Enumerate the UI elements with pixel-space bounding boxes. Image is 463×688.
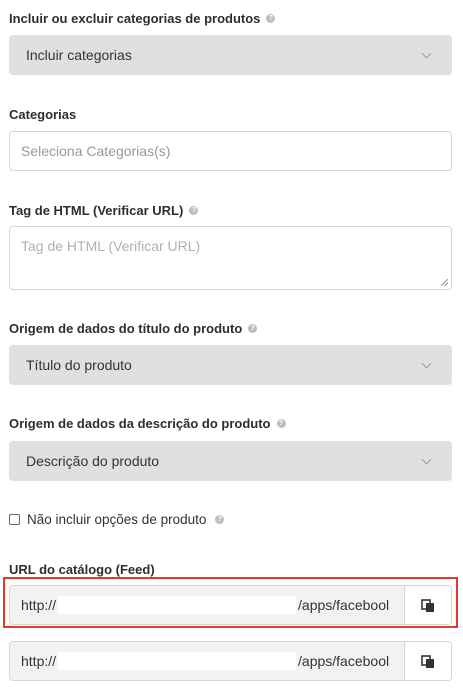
clipboard-copy-icon	[421, 655, 434, 668]
description-source-label: Origem de dados da descrição do produto …	[9, 416, 286, 431]
html-tag-textarea[interactable]: Tag de HTML (Verificar URL)	[9, 226, 452, 290]
chevron-down-icon	[421, 454, 432, 465]
redacted-domain	[58, 652, 297, 670]
help-icon[interactable]: ?	[189, 206, 199, 215]
help-icon[interactable]: ?	[215, 515, 225, 524]
include-exclude-select[interactable]: Incluir categorias	[9, 35, 452, 75]
chevron-down-icon	[421, 358, 432, 369]
highlight-box	[3, 577, 458, 628]
title-source-label: Origem de dados do título do produto ?	[9, 321, 258, 336]
feed-settings-form: Incluir ou excluir categorias de produto…	[0, 0, 463, 688]
help-icon[interactable]: ?	[276, 419, 286, 428]
exclude-options-checkbox[interactable]	[9, 514, 20, 525]
copy-button[interactable]	[404, 642, 451, 680]
help-icon[interactable]: ?	[266, 14, 276, 23]
resize-handle-icon[interactable]	[441, 279, 448, 286]
chevron-down-icon	[421, 48, 432, 59]
include-exclude-label: Incluir ou excluir categorias de produto…	[9, 11, 276, 26]
catalog-url-field-2[interactable]: http:// /apps/facebool	[9, 641, 452, 681]
categories-label: Categorias	[9, 107, 77, 122]
description-source-select[interactable]: Descrição do produto	[9, 441, 452, 481]
html-tag-label: Tag de HTML (Verificar URL) ?	[9, 203, 199, 218]
catalog-url-label: URL do catálogo (Feed)	[9, 562, 155, 577]
categories-input[interactable]: Seleciona Categorias(s)	[9, 131, 452, 171]
title-source-select[interactable]: Título do produto	[9, 345, 452, 385]
help-icon[interactable]: ?	[248, 324, 258, 333]
exclude-options-row[interactable]: Não incluir opções de produto ?	[9, 512, 225, 527]
